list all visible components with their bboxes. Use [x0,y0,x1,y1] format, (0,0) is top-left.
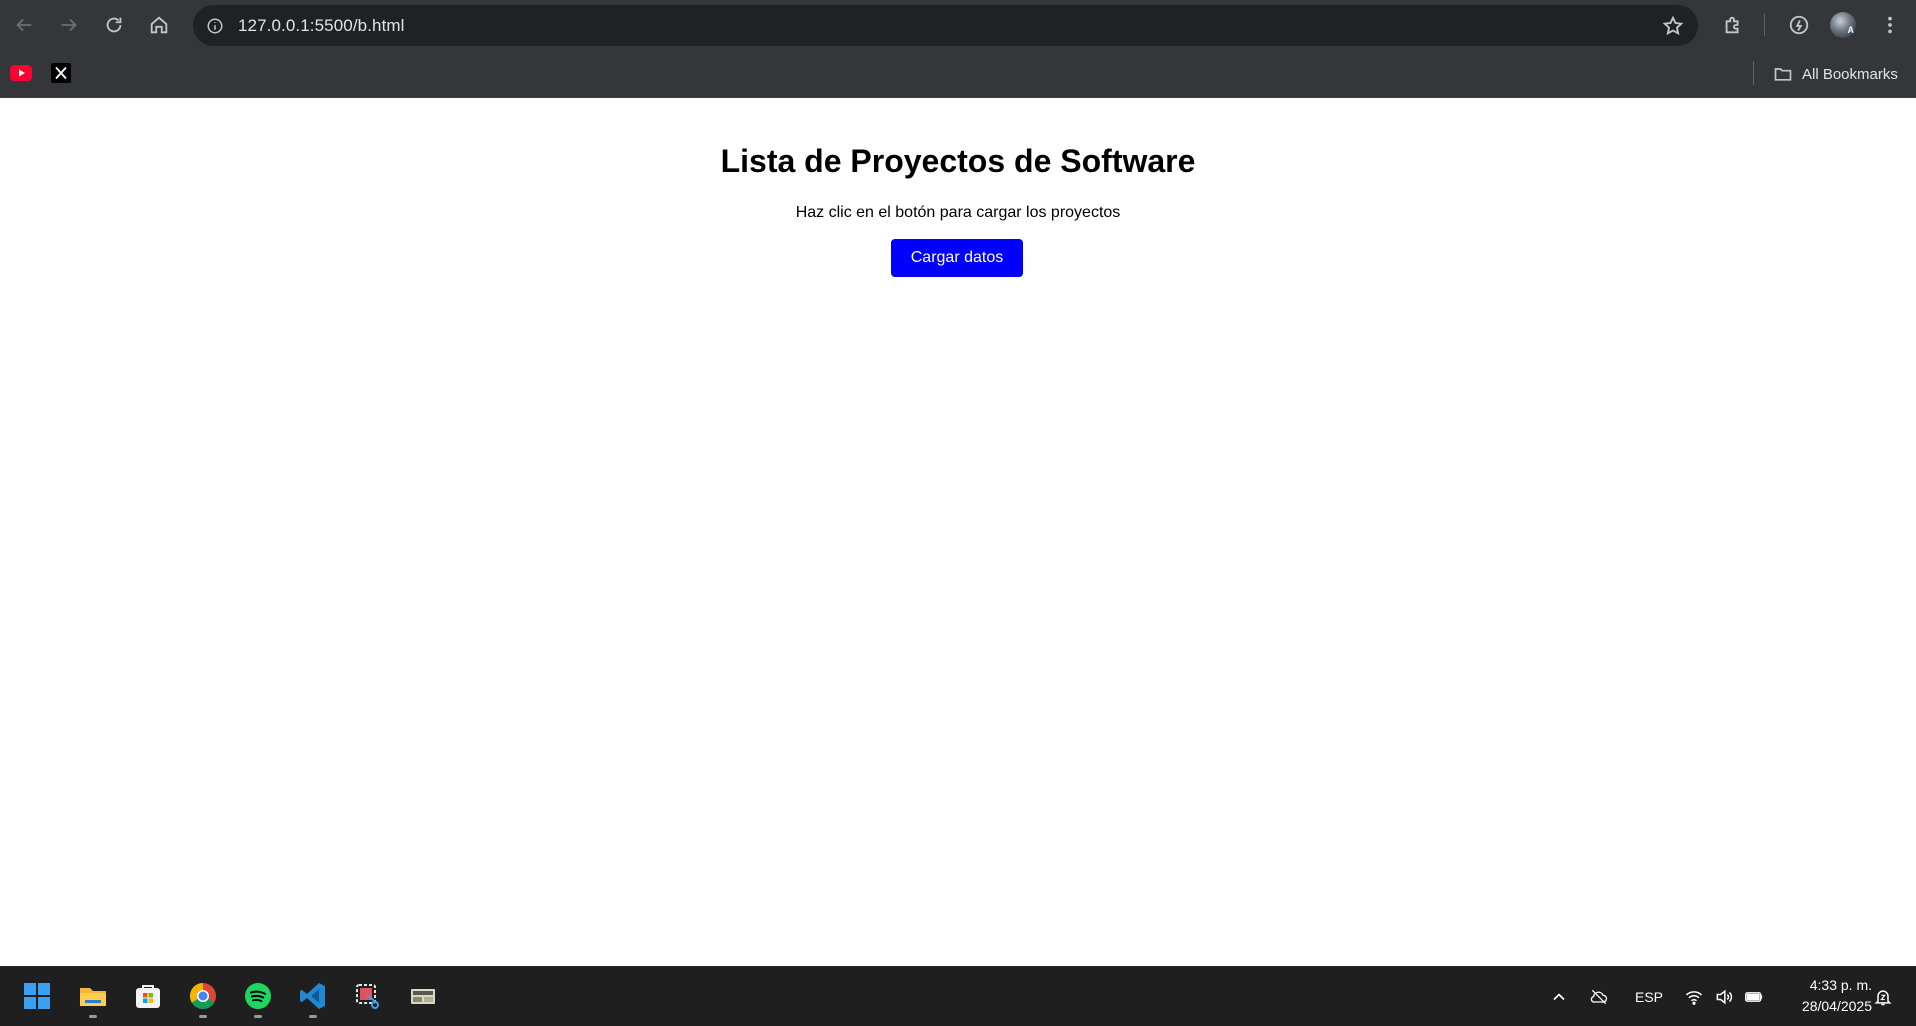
puzzle-icon [1725,16,1739,34]
home-button[interactable] [139,5,179,45]
avatar: A [1830,12,1856,38]
back-button[interactable] [4,5,44,45]
running-indicator [89,1015,97,1018]
browser-toolbar: 127.0.0.1:5500/b.html A [0,0,1916,50]
youtube-icon [10,65,32,81]
chrome-icon [189,982,216,1010]
onedrive-tray[interactable] [1589,967,1609,1026]
reload-icon [106,17,122,33]
home-icon [150,16,168,34]
show-hidden-icons-button[interactable] [1549,967,1569,1026]
reload-button[interactable] [94,5,134,45]
extensions-button[interactable] [1713,5,1753,45]
notifications-button[interactable] [1873,967,1893,1026]
bookmarks-divider [1753,61,1754,85]
page-title: Lista de Proyectos de Software [720,143,1196,179]
load-data-button[interactable]: Cargar datos [891,239,1023,277]
page-content: Lista de Proyectos de Software Haz clic … [0,98,1916,966]
cloud-offline-icon [1590,989,1608,1004]
bookmark-youtube[interactable] [10,62,32,84]
chevron-up-icon [1553,992,1565,1000]
chrome-menu-button[interactable] [1870,5,1910,45]
bookmark-star-button[interactable] [1658,11,1688,41]
all-bookmarks-button[interactable]: All Bookmarks [1773,61,1898,87]
x-icon [51,63,71,83]
running-indicator [309,1015,317,1018]
speedometer-icon [1789,15,1809,35]
taskbar-vscode[interactable] [291,974,335,1018]
start-button[interactable] [15,974,59,1018]
running-indicator [199,1015,207,1018]
taskbar-snipping-tool[interactable] [346,974,390,1018]
folder-icon [80,988,106,1006]
performance-button[interactable] [1779,5,1819,45]
battery-icon [1745,991,1763,1002]
star-icon [1662,15,1684,36]
taskbar-microsoft-store[interactable] [126,974,170,1018]
app-icon [411,989,435,1004]
windows-start-icon [24,983,50,1009]
snipping-tool-icon [356,984,379,1009]
toolbar-divider [1764,14,1765,36]
vscode-icon [300,983,325,1009]
profile-button[interactable]: A [1823,5,1863,45]
arrow-left-icon [16,18,32,32]
clock-time: 4:33 p. m. [1809,977,1872,993]
language-indicator[interactable]: ESP [1635,967,1663,1026]
spotify-icon [245,983,271,1009]
clock-date: 28/04/2025 [1801,998,1872,1014]
site-info-button[interactable] [201,12,229,40]
wifi-tray[interactable] [1684,967,1704,1026]
notification-bell-icon [1874,989,1892,1005]
store-icon [136,985,160,1008]
page-subtitle: Haz clic en el botón para cargar los pro… [795,204,1121,221]
taskbar-file-explorer[interactable] [71,974,115,1018]
bookmark-x[interactable] [50,62,72,84]
url-text[interactable]: 127.0.0.1:5500/b.html [238,16,405,36]
wifi-icon [1685,990,1703,1005]
all-bookmarks-label: All Bookmarks [1802,65,1898,83]
battery-tray[interactable] [1744,967,1764,1026]
address-bar[interactable]: 127.0.0.1:5500/b.html [193,5,1698,46]
info-icon [207,18,223,33]
running-indicator [254,1015,262,1018]
more-vertical-icon [1888,16,1892,34]
windows-taskbar: ESP 4:33 p. m. 28/04/2025 [0,966,1916,1026]
volume-tray[interactable] [1714,967,1734,1026]
taskbar-spotify[interactable] [236,974,280,1018]
forward-button[interactable] [49,5,89,45]
taskbar-chrome[interactable] [181,974,225,1018]
bookmarks-bar: All Bookmarks [0,50,1916,98]
language-label: ESP [1635,988,1664,1005]
folder-icon [1774,68,1792,81]
taskbar-clock[interactable]: 4:33 p. m. 28/04/2025 [1770,975,1872,1017]
avatar-initials: A [1847,25,1855,35]
speaker-icon [1716,989,1733,1004]
arrow-right-icon [61,18,77,32]
taskbar-app[interactable] [401,974,445,1018]
